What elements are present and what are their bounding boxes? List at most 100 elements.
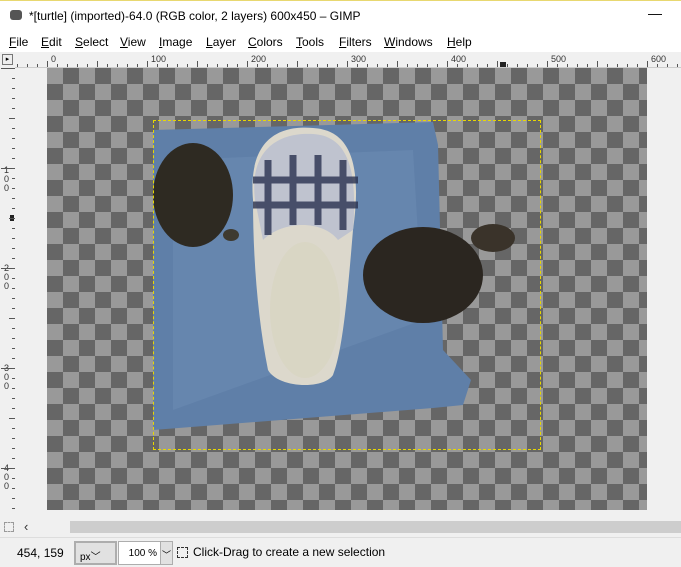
ruler-tick xyxy=(147,61,148,67)
ruler-tick xyxy=(567,64,568,67)
ruler-tick xyxy=(347,61,348,67)
ruler-tick xyxy=(97,61,98,67)
ruler-tick xyxy=(447,61,448,67)
ruler-label: 200 xyxy=(251,54,267,64)
ruler-tick xyxy=(557,64,558,67)
scrollbar-thumb[interactable] xyxy=(70,521,681,533)
gimp-icon xyxy=(10,10,22,20)
ruler-tick xyxy=(627,64,628,67)
ruler-tick xyxy=(607,64,608,67)
ruler-tick xyxy=(637,64,638,67)
menu-edit[interactable]: Edit xyxy=(41,35,62,49)
menu-layer[interactable]: Layer xyxy=(206,35,236,49)
ruler-tick xyxy=(307,64,308,67)
ruler-tick xyxy=(57,64,58,67)
menu-help[interactable]: Help xyxy=(447,35,472,49)
rect-select-icon xyxy=(177,547,188,558)
ruler-tick xyxy=(187,64,188,67)
selection-marquee xyxy=(153,120,541,450)
ruler-label: 500 xyxy=(551,54,567,64)
quick-mask-menu-button[interactable]: ▸ xyxy=(2,54,13,65)
ruler-tick xyxy=(507,64,508,67)
ruler-tick xyxy=(367,64,368,67)
ruler-tick xyxy=(1,468,15,469)
ruler-tick xyxy=(407,64,408,67)
quick-mask-toggle[interactable] xyxy=(4,522,14,532)
menu-windows[interactable]: Windows xyxy=(384,35,433,49)
ruler-tick xyxy=(267,64,268,67)
menu-select[interactable]: Select xyxy=(75,35,108,49)
ruler-tick xyxy=(537,64,538,67)
ruler-label: 400 xyxy=(451,54,467,64)
horizontal-ruler[interactable]: 0 100 200 300 400 500 600 xyxy=(15,52,681,68)
ruler-tick xyxy=(437,64,438,67)
status-message: Click-Drag to create a new selection xyxy=(193,545,386,559)
unit-value: px xyxy=(80,552,91,563)
ruler-tick xyxy=(497,61,498,67)
pointer-marker xyxy=(500,62,506,67)
ruler-tick xyxy=(47,61,48,67)
ruler-tick xyxy=(247,61,248,67)
image-canvas[interactable] xyxy=(15,68,681,518)
ruler-tick xyxy=(137,64,138,67)
ruler-tick xyxy=(457,64,458,67)
menu-bar: File Edit Select View Image Layer Colors… xyxy=(0,31,681,52)
ruler-tick xyxy=(27,64,28,67)
pointer-coordinates: 454, 159 xyxy=(17,546,64,560)
ruler-tick xyxy=(117,64,118,67)
ruler-tick xyxy=(237,64,238,67)
ruler-tick xyxy=(177,64,178,67)
ruler-tick xyxy=(337,64,338,67)
menu-view[interactable]: View xyxy=(120,35,146,49)
ruler-tick xyxy=(587,64,588,67)
ruler-tick xyxy=(1,268,15,269)
scroll-left-arrow-icon[interactable]: ‹ xyxy=(24,519,28,534)
ruler-tick xyxy=(487,64,488,67)
ruler-tick xyxy=(657,64,658,67)
ruler-tick xyxy=(1,68,15,69)
ruler-tick xyxy=(387,64,388,67)
window-title: *[turtle] (imported)-64.0 (RGB color, 2 … xyxy=(29,9,361,23)
title-bar: *[turtle] (imported)-64.0 (RGB color, 2 … xyxy=(0,0,681,31)
ruler-label: 1 0 0 xyxy=(4,165,10,193)
ruler-tick xyxy=(467,64,468,67)
ruler-label: 600 xyxy=(651,54,667,64)
ruler-tick xyxy=(397,61,398,67)
ruler-label: 0 xyxy=(51,54,57,64)
ruler-tick xyxy=(207,64,208,67)
ruler-tick xyxy=(67,64,68,67)
ruler-tick xyxy=(417,64,418,67)
ruler-tick xyxy=(597,61,598,67)
horizontal-scrollbar[interactable]: ‹ xyxy=(0,518,681,536)
ruler-tick xyxy=(107,64,108,67)
vertical-ruler[interactable]: 1 0 0 2 0 0 3 0 0 4 0 0 xyxy=(0,68,15,519)
ruler-tick xyxy=(317,64,318,67)
chevron-down-icon: ﹀ xyxy=(90,552,101,563)
minimize-button[interactable]: — xyxy=(648,5,662,21)
ruler-tick xyxy=(477,64,478,67)
ruler-tick xyxy=(17,64,18,67)
ruler-label: 300 xyxy=(351,54,367,64)
ruler-tick xyxy=(677,64,678,67)
ruler-tick xyxy=(227,64,228,67)
menu-tools[interactable]: Tools xyxy=(296,35,324,49)
menu-filters[interactable]: Filters xyxy=(339,35,372,49)
zoom-dropdown-chevron-icon[interactable]: ﹀ xyxy=(160,541,173,565)
ruler-tick xyxy=(217,64,218,67)
unit-dropdown[interactable]: px﹀ xyxy=(74,541,117,565)
ruler-tick xyxy=(257,64,258,67)
ruler-tick xyxy=(77,64,78,67)
ruler-tick xyxy=(377,64,378,67)
ruler-tick xyxy=(87,64,88,67)
ruler-tick xyxy=(527,64,528,67)
menu-file[interactable]: File xyxy=(9,35,28,49)
status-bar: 454, 159 px﹀ 100 % ﹀ Click-Drag to creat… xyxy=(0,537,681,567)
menu-image[interactable]: Image xyxy=(159,35,192,49)
ruler-tick xyxy=(157,64,158,67)
ruler-tick xyxy=(357,64,358,67)
ruler-tick xyxy=(127,64,128,67)
ruler-label: 100 xyxy=(151,54,167,64)
ruler-tick xyxy=(577,64,578,67)
menu-colors[interactable]: Colors xyxy=(248,35,283,49)
ruler-tick xyxy=(37,64,38,67)
